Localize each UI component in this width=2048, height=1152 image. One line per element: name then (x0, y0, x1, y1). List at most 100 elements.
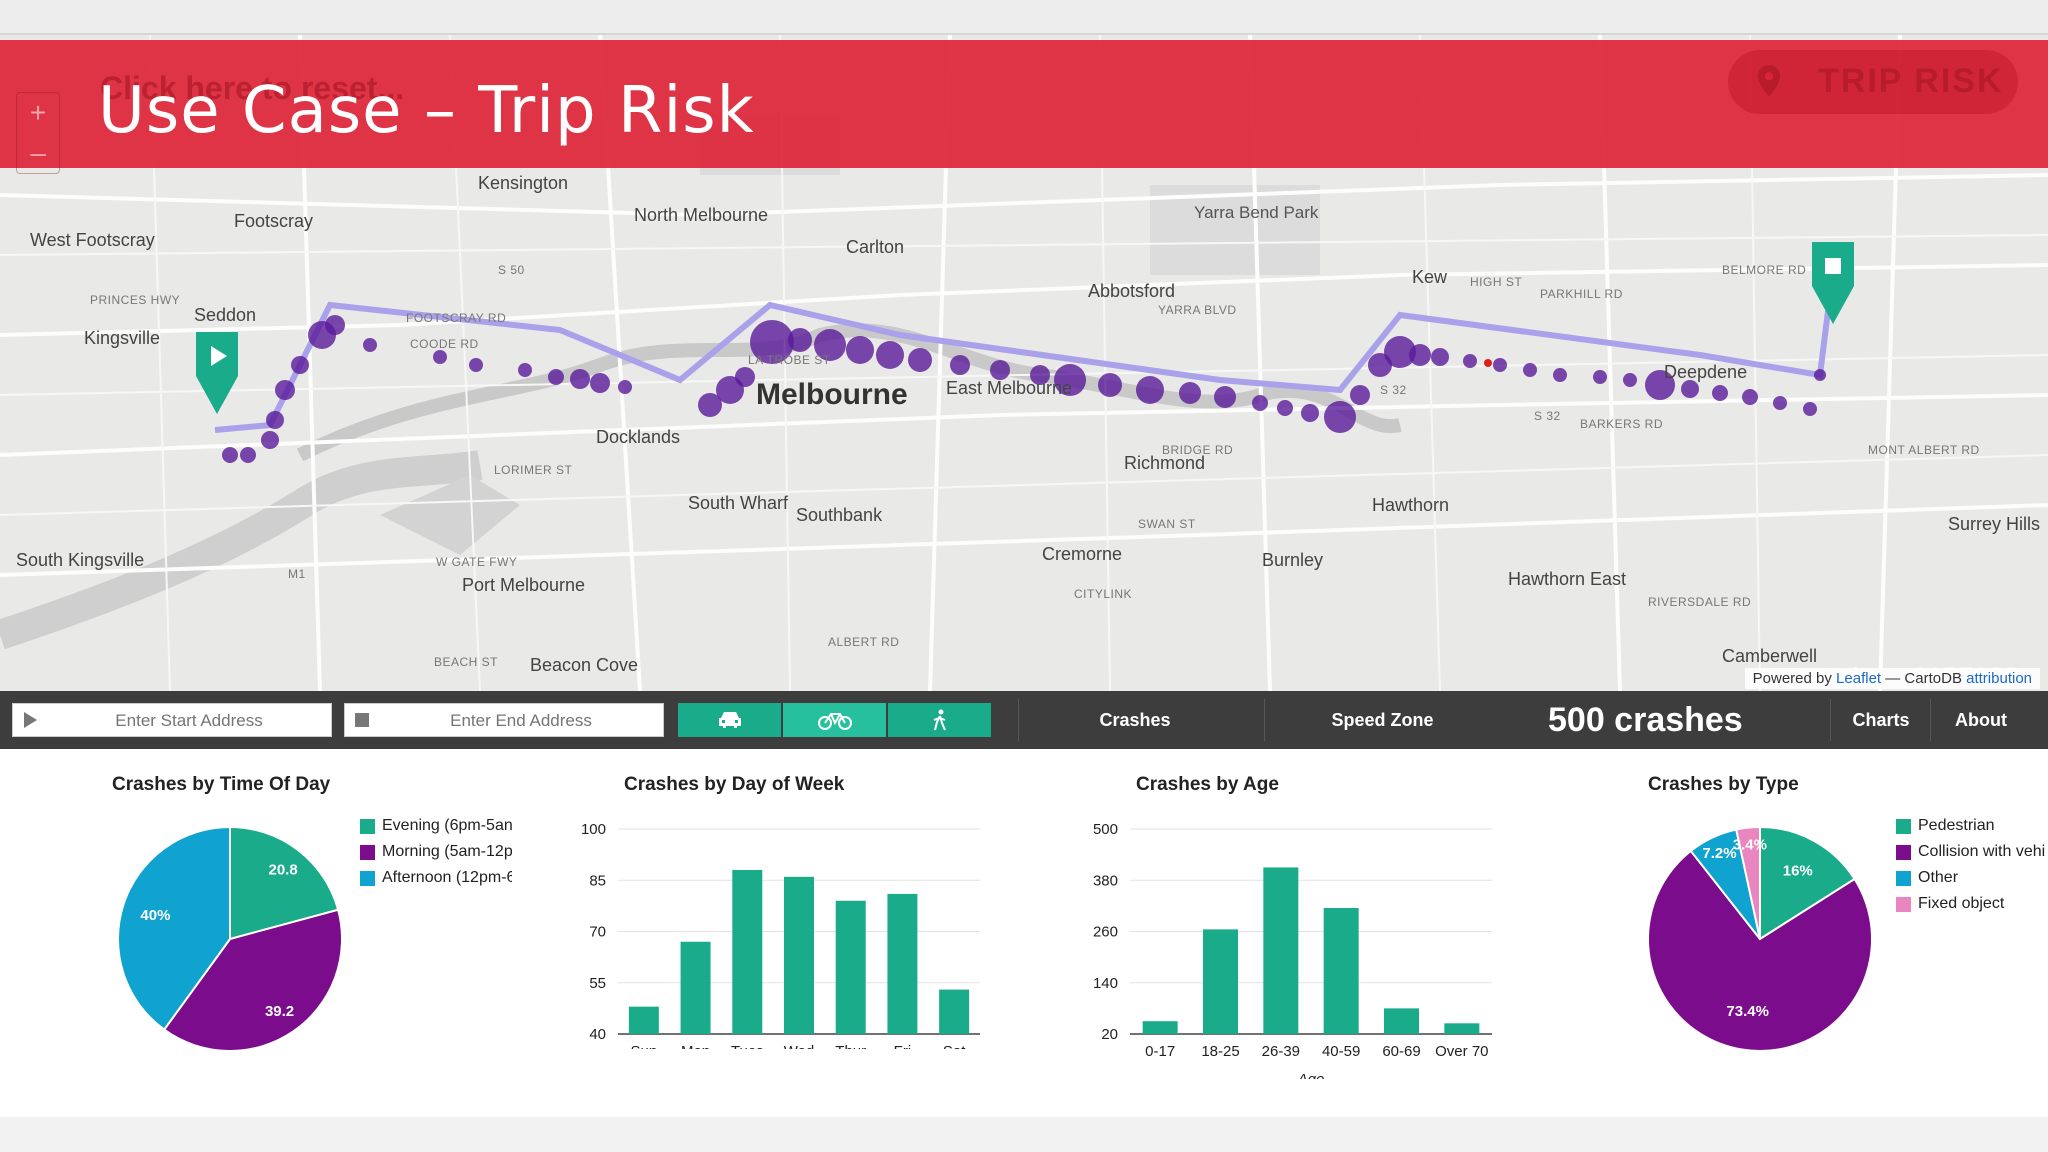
crash-point[interactable] (1214, 386, 1236, 408)
crash-point[interactable] (363, 338, 377, 352)
legend-item[interactable]: Fixed object (1896, 891, 2048, 917)
crash-point[interactable] (222, 447, 238, 463)
crash-point[interactable] (1098, 373, 1122, 397)
start-address-input[interactable] (47, 704, 331, 738)
crash-point[interactable] (846, 336, 874, 364)
legend-item[interactable]: Pedestrian (1896, 813, 2048, 839)
crash-point[interactable] (325, 315, 345, 335)
attribution-link[interactable]: attribution (1966, 670, 2032, 687)
bar[interactable] (628, 1006, 659, 1034)
road-label: ALBERT RD (828, 635, 900, 649)
trip-risk-button[interactable]: TRIP RISK (1728, 50, 2018, 114)
speed-zone-button[interactable]: Speed Zone (1280, 691, 1485, 749)
end-address-input[interactable] (379, 704, 663, 738)
bar[interactable] (939, 989, 970, 1034)
crash-point[interactable] (548, 369, 564, 385)
crash-point[interactable] (291, 356, 309, 374)
crash-point[interactable] (1773, 396, 1787, 410)
crash-point[interactable] (590, 373, 610, 393)
crash-point[interactable] (1712, 385, 1728, 401)
crash-point[interactable] (433, 350, 447, 364)
bar[interactable] (1384, 1008, 1419, 1034)
crash-point[interactable] (1803, 402, 1817, 416)
charts-panel: Crashes by Time Of Day 20.8 39.2 40% Eveni… (0, 749, 2048, 1117)
legend-label: Afternoon (12pm-6 (382, 869, 512, 886)
bar[interactable] (732, 870, 763, 1034)
legend-item[interactable]: Morning (5am-12p (360, 839, 512, 865)
map-label-docklands: Docklands (596, 427, 681, 447)
leaflet-link[interactable]: Leaflet (1836, 670, 1881, 687)
road-label: S 32 (1534, 409, 1561, 423)
crash-point[interactable] (788, 328, 812, 352)
map-label-surrey-hills: Surrey Hills (1948, 514, 2041, 534)
top-strip (0, 0, 2048, 35)
legend-item[interactable]: Collision with vehi (1896, 839, 2048, 865)
crash-point[interactable] (1301, 404, 1319, 422)
bar[interactable] (1203, 929, 1238, 1034)
crash-point[interactable] (990, 360, 1010, 380)
mode-bicycle-button[interactable] (783, 703, 886, 737)
crash-point[interactable] (518, 363, 532, 377)
crash-point[interactable] (266, 411, 284, 429)
pie-chart-type[interactable]: 16% 73.4% 7.2%3.4% (1630, 809, 1890, 1069)
crash-point[interactable] (618, 380, 632, 394)
legend-item[interactable]: Other (1896, 865, 2048, 891)
x-tick-label: Mon (681, 1043, 710, 1049)
end-marker-icon[interactable] (1810, 240, 1856, 326)
zoom-out-button[interactable]: – (17, 133, 59, 173)
crash-point[interactable] (1350, 385, 1370, 405)
bar[interactable] (887, 893, 918, 1034)
crash-point[interactable] (1493, 358, 1507, 372)
crash-point[interactable] (950, 355, 970, 375)
crash-point[interactable] (1593, 370, 1607, 384)
crash-point[interactable] (1136, 376, 1164, 404)
mode-car-button[interactable] (678, 703, 781, 737)
crash-point[interactable] (1523, 363, 1537, 377)
mode-walk-button[interactable] (888, 703, 991, 737)
crash-point[interactable] (469, 358, 483, 372)
about-button[interactable]: About (1940, 691, 2022, 749)
charts-button[interactable]: Charts (1840, 691, 1922, 749)
crash-point[interactable] (275, 380, 295, 400)
y-tick-label: 140 (1093, 975, 1118, 992)
crash-point[interactable] (1252, 395, 1268, 411)
bar-chart-day-of-week[interactable]: 100 85 70 55 40 Sun Mon Tues Wed Thur Fri Sat (560, 809, 1000, 1049)
legend-item[interactable]: Afternoon (12pm-6 (360, 865, 512, 891)
crash-point[interactable] (735, 367, 755, 387)
crash-point[interactable] (908, 348, 932, 372)
bar[interactable] (1323, 908, 1359, 1034)
bar[interactable] (784, 876, 814, 1034)
crash-point[interactable] (1277, 400, 1293, 416)
crash-point[interactable] (1463, 354, 1477, 368)
bar[interactable] (680, 941, 711, 1034)
start-marker-icon[interactable] (194, 330, 240, 416)
bar[interactable] (835, 900, 866, 1034)
crash-point[interactable] (876, 341, 904, 369)
zoom-in-button[interactable]: + (17, 93, 59, 133)
bar[interactable] (1263, 867, 1299, 1034)
road-label: PARKHILL RD (1540, 287, 1623, 301)
map-label-deepdene: Deepdene (1664, 362, 1748, 382)
bar-chart-age[interactable]: 500 380 260 140 20 0-17 18-25 26-39 40-59 60-69 Ov… (1072, 809, 1512, 1079)
crash-point[interactable] (261, 431, 279, 449)
crash-point[interactable] (1814, 369, 1826, 381)
slide-title: Use Case – Trip Risk (98, 74, 755, 148)
crash-point[interactable] (1431, 348, 1449, 366)
crash-point[interactable] (1742, 389, 1758, 405)
crash-point[interactable] (1553, 368, 1567, 382)
road-label: SWAN ST (1138, 517, 1196, 531)
crash-point[interactable] (1179, 382, 1201, 404)
map-attribution: Powered by Leaflet — CartoDB attribution (1744, 668, 2040, 689)
bar[interactable] (1142, 1021, 1178, 1034)
crash-point[interactable] (1623, 373, 1637, 387)
crash-point[interactable] (1324, 401, 1356, 433)
crashes-button[interactable]: Crashes (1030, 691, 1240, 749)
bar[interactable] (1444, 1023, 1480, 1034)
legend-item[interactable]: Evening (6pm-5an (360, 813, 512, 839)
crash-point[interactable] (1409, 344, 1431, 366)
crash-point-highlight[interactable] (1484, 359, 1492, 367)
legend-label: Collision with vehi (1918, 843, 2046, 860)
crash-point[interactable] (240, 447, 256, 463)
crash-point[interactable] (570, 369, 590, 389)
pie-chart-time-of-day[interactable]: 20.8 39.2 40% (100, 809, 360, 1069)
